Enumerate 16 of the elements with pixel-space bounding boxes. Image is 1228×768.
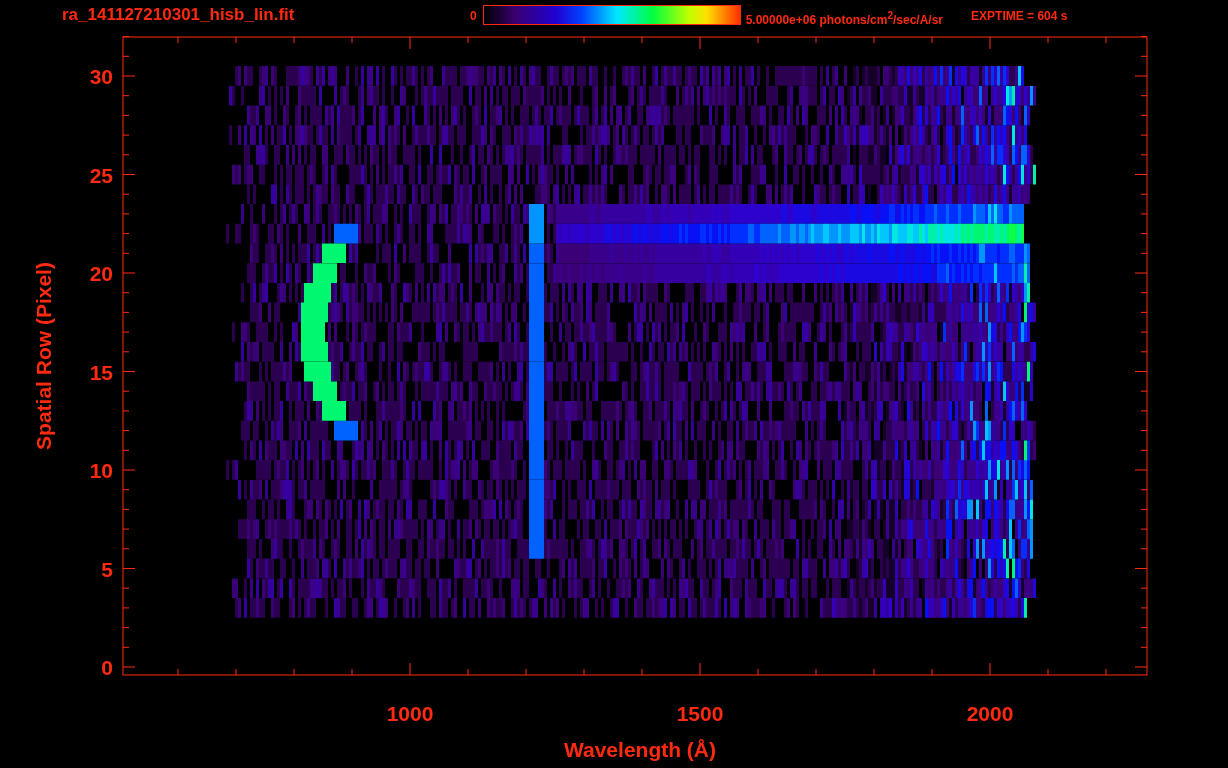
y-tick-label: 15 [89,360,113,384]
x-tick-label: 1000 [386,702,434,725]
x-axis-title: Wavelength (Å) [563,738,717,761]
y-axis-title: Spatial Row (Pixel) [32,262,55,450]
y-tick-label: 5 [101,557,113,581]
exposure-time: EXPTIME = 604 s [971,8,1068,25]
file-title: ra_141127210301_hisb_lin.fit [62,5,296,25]
colorbar-max-label: 5.00000e+06 photons/cm$^{2}$/sec/A/sr [745,9,944,29]
y-tick-label: 10 [89,459,113,482]
y-tick-label: 25 [89,163,113,187]
y-tick-label: 20 [89,262,113,285]
x-tick-label: 1500 [676,702,724,725]
colorbar-min-label: 0 [470,8,477,25]
x-tick-label: 2000 [966,702,1014,725]
y-tick-label: 30 [89,65,113,88]
y-tick-label: 0 [101,656,113,679]
